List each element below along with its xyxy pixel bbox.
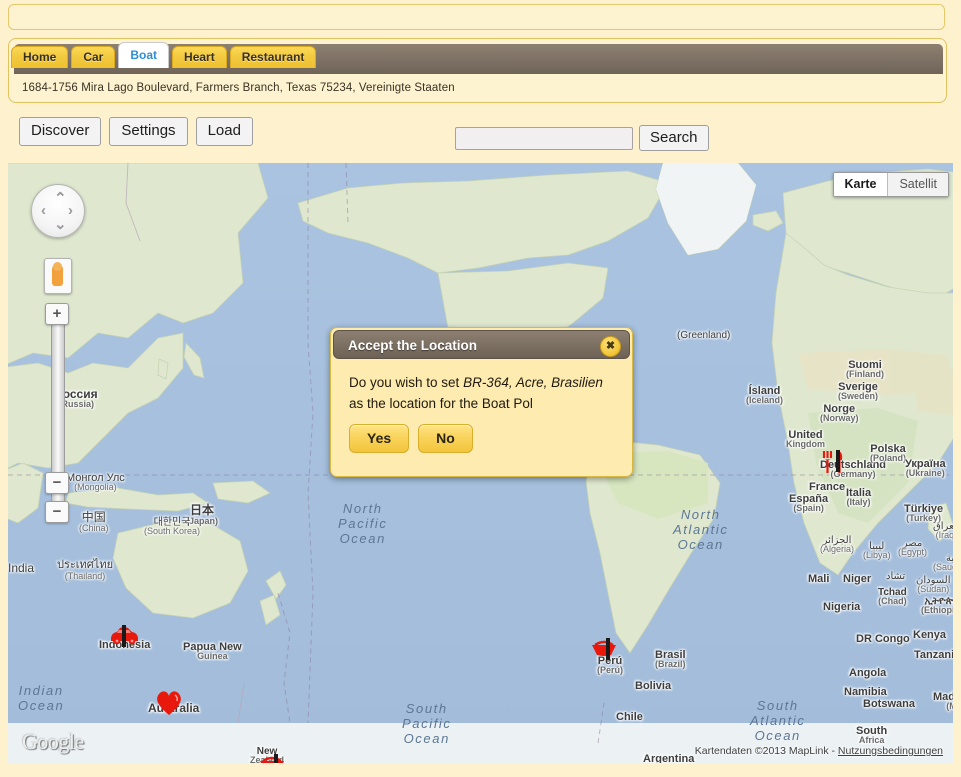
marker-pole xyxy=(606,638,610,660)
dialog-question-suffix: as the location for the Boat Pol xyxy=(349,396,533,411)
settings-button[interactable]: Settings xyxy=(109,117,188,146)
zoom-out-button[interactable]: − xyxy=(45,472,69,494)
attribution-text: Kartendaten ©2013 MapLink - xyxy=(694,745,838,757)
zoom-reset-button[interactable]: − xyxy=(45,501,69,523)
zoom-in-button[interactable]: + xyxy=(45,303,69,325)
tab-restaurant[interactable]: Restaurant xyxy=(229,46,317,68)
pan-left-icon[interactable]: ‹ xyxy=(41,203,46,218)
application-window: Home Car Boat Heart Restaurant 1684-1756 Mir… xyxy=(0,0,961,777)
street-view-pegman[interactable] xyxy=(44,258,72,294)
dialog-no-button[interactable]: No xyxy=(418,424,473,453)
marker-pole xyxy=(274,754,278,763)
tab-car[interactable]: Car xyxy=(71,46,116,68)
search-area: Search xyxy=(455,125,709,151)
restaurant-marker-germany[interactable] xyxy=(821,450,855,473)
dialog-button-row: Yes No xyxy=(349,424,614,453)
pan-down-icon[interactable]: ⌄ xyxy=(54,217,67,232)
dialog-title-bar: Accept the Location ✖ xyxy=(333,330,630,359)
marker-pole xyxy=(836,450,840,472)
map-type-switcher: Karte Satellit xyxy=(832,172,949,197)
dialog-body: Do you wish to set BR-364, Acre, Brasili… xyxy=(333,359,630,453)
map-attribution: Kartendaten ©2013 MapLink - Nutzungsbedi… xyxy=(695,745,943,757)
boat-marker-newzealand[interactable] xyxy=(259,754,293,763)
load-button[interactable]: Load xyxy=(195,117,253,146)
pan-right-icon[interactable]: › xyxy=(68,203,73,218)
accept-location-dialog: Accept the Location ✖ Do you wish to set… xyxy=(330,327,633,477)
tab-home[interactable]: Home xyxy=(11,46,69,68)
google-logo: Google xyxy=(22,729,84,754)
discover-button[interactable]: Discover xyxy=(19,117,102,146)
marker-pole xyxy=(122,625,126,647)
boat-marker-peru[interactable] xyxy=(591,638,625,660)
map-type-karte[interactable]: Karte xyxy=(833,173,889,196)
tab-boat[interactable]: Boat xyxy=(118,42,170,68)
tab-list: Home Car Boat Heart Restaurant xyxy=(11,42,319,68)
map-type-satellit[interactable]: Satellit xyxy=(888,173,948,196)
tab-heart[interactable]: Heart xyxy=(172,46,227,68)
dialog-location-value: BR-364, Acre, Brasilien xyxy=(463,375,603,390)
car-marker-indonesia[interactable] xyxy=(107,625,141,647)
action-button-row: Discover Settings Load xyxy=(19,117,253,146)
close-icon[interactable]: ✖ xyxy=(600,336,621,357)
pan-up-icon[interactable]: ⌃ xyxy=(54,191,67,206)
dialog-yes-button[interactable]: Yes xyxy=(349,424,410,453)
top-strip-panel xyxy=(8,4,945,30)
terms-of-use-link[interactable]: Nutzungsbedingungen xyxy=(838,745,943,757)
search-input[interactable] xyxy=(455,126,633,150)
pan-control[interactable]: ⌃ ⌄ ‹ › xyxy=(31,184,85,238)
address-text: 1684-1756 Mira Lago Boulevard, Farmers B… xyxy=(22,82,455,94)
search-button[interactable]: Search xyxy=(639,125,709,151)
pegman-head-icon xyxy=(53,262,62,271)
dialog-message: Do you wish to set BR-364, Acre, Brasili… xyxy=(349,372,614,414)
dialog-question-prefix: Do you wish to set xyxy=(349,375,464,390)
dialog-title: Accept the Location xyxy=(348,338,478,353)
